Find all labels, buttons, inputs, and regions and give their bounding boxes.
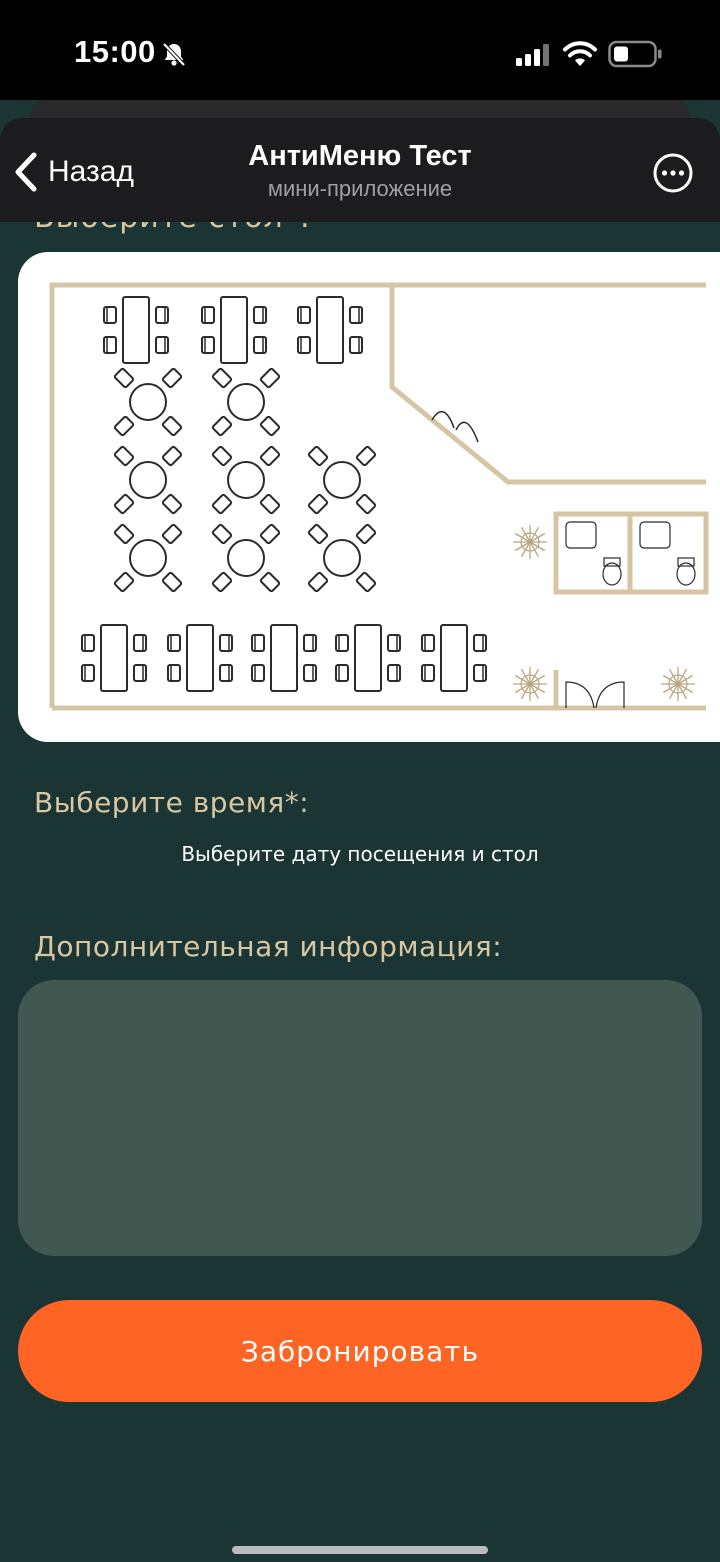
status-time: 15:00 <box>74 34 156 69</box>
table-rect-12[interactable] <box>81 624 147 692</box>
restroom-icon-2 <box>639 521 696 586</box>
plant-icon-2 <box>513 667 547 701</box>
signal-icon <box>516 44 549 66</box>
additional-info-label: Дополнительная информация: <box>34 930 503 963</box>
floor-plan <box>49 282 709 711</box>
time-select-label: Выберите время*: <box>34 786 310 819</box>
booking-form: Выберите стол*: Выберите время*: Выберит… <box>0 222 720 1562</box>
floor-plan-card <box>18 252 720 742</box>
more-options-icon[interactable] <box>652 152 694 194</box>
table-rect-16[interactable] <box>421 624 487 692</box>
decor-layer <box>431 411 696 709</box>
table-round-5[interactable] <box>211 367 281 437</box>
table-round-7[interactable] <box>211 445 281 515</box>
table-round-10[interactable] <box>211 523 281 593</box>
plant-icon-1 <box>513 525 547 559</box>
app-subtitle: мини-приложение <box>267 176 453 201</box>
table-select-label: Выберите стол*: <box>34 222 311 235</box>
table-round-6[interactable] <box>113 445 183 515</box>
table-rect-1[interactable] <box>103 296 169 364</box>
entrance-door-icon <box>565 681 625 709</box>
status-bar: 15:00 <box>0 0 720 100</box>
table-round-8[interactable] <box>307 445 377 515</box>
wifi-icon <box>563 41 597 66</box>
bell-slash-icon <box>162 42 186 67</box>
booking-screen: 15:00 Назад АнтиМеню Тест мини-приложени… <box>0 0 720 1562</box>
table-rect-13[interactable] <box>167 624 233 692</box>
table-round-11[interactable] <box>307 523 377 593</box>
table-rect-14[interactable] <box>251 624 317 692</box>
table-rect-2[interactable] <box>201 296 267 364</box>
app-title: АнтиМеню Тест <box>248 140 472 172</box>
table-round-4[interactable] <box>113 367 183 437</box>
additional-info-field[interactable] <box>18 980 702 1256</box>
restroom-icon-1 <box>565 521 622 586</box>
battery-icon <box>608 40 662 68</box>
home-indicator <box>232 1546 488 1554</box>
mini-app-header: Назад АнтиМеню Тест мини-приложение <box>0 118 720 222</box>
time-hint: Выберите дату посещения и стол <box>181 842 539 866</box>
table-rect-15[interactable] <box>335 624 401 692</box>
book-button[interactable]: Забронировать <box>18 1300 702 1402</box>
table-round-9[interactable] <box>113 523 183 593</box>
tables-layer <box>81 296 487 692</box>
table-rect-3[interactable] <box>297 296 363 364</box>
plant-icon-3 <box>661 667 695 701</box>
